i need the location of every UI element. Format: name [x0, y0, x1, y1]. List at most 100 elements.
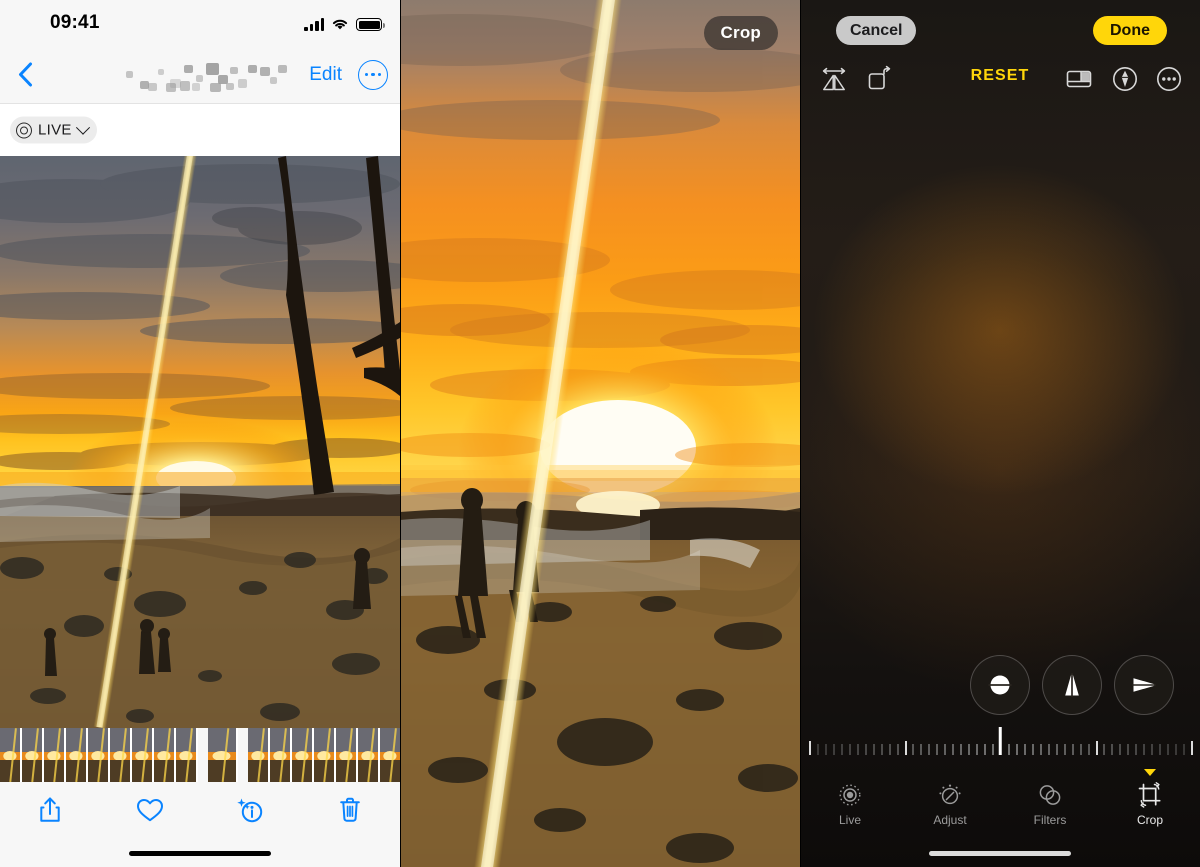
slider-tick: [928, 744, 931, 755]
share-button[interactable]: [28, 788, 72, 832]
flip-button[interactable]: [817, 62, 851, 96]
straighten-slider[interactable]: [800, 727, 1200, 761]
redacted-blob: [226, 82, 234, 90]
slider-tick: [920, 744, 923, 755]
straighten-button[interactable]: [970, 655, 1030, 715]
redacted-blob: [210, 82, 221, 92]
photo-viewer-panel: 09:41 Edit LIVE: [0, 0, 400, 867]
more-button[interactable]: [1152, 62, 1186, 96]
filters-circles-icon: [1039, 785, 1061, 805]
reset-button[interactable]: RESET: [971, 67, 1030, 85]
live-photo-bar: LIVE: [0, 104, 400, 156]
filmstrip-frame[interactable]: [358, 728, 380, 782]
filmstrip-frame[interactable]: [270, 728, 292, 782]
chevron-down-icon: [75, 120, 90, 135]
slider-tick: [1095, 741, 1098, 755]
photo-image-viewer[interactable]: [0, 156, 400, 728]
redacted-blob: [148, 82, 157, 91]
info-button[interactable]: [228, 788, 272, 832]
filmstrip-frame[interactable]: [380, 728, 400, 782]
slider-tick: [960, 744, 963, 755]
live-photo-toggle[interactable]: LIVE: [10, 116, 97, 144]
filmstrip-frame[interactable]: [292, 728, 314, 782]
filmstrip-frame[interactable]: [22, 728, 44, 782]
favorite-button[interactable]: [128, 788, 172, 832]
horizontal-perspective-icon: [1132, 678, 1156, 692]
live-photo-filmstrip[interactable]: [0, 728, 400, 782]
slider-tick: [1143, 744, 1146, 755]
slider-tick: [1087, 744, 1090, 755]
ellipsis-circle-icon[interactable]: [358, 59, 388, 90]
tab-adjust[interactable]: Adjust: [900, 770, 1000, 832]
filmstrip-gap: [238, 728, 248, 782]
navigation-bar: Edit: [0, 46, 400, 104]
aspect-ratio-icon: [1066, 70, 1092, 88]
status-bar-indicators: [304, 13, 385, 31]
filmstrip-frame[interactable]: [154, 728, 176, 782]
tab-filters[interactable]: Filters: [1000, 770, 1100, 832]
slider-tick: [1103, 744, 1106, 755]
slider-tick: [888, 744, 891, 755]
filmstrip-frame[interactable]: [208, 728, 238, 782]
tab-filters-label: Filters: [1033, 813, 1067, 827]
crop-badge[interactable]: Crop: [703, 16, 778, 50]
viewer-toolbar: [0, 782, 400, 838]
back-button[interactable]: [8, 56, 42, 94]
redacted-blob: [196, 74, 203, 82]
slider-tick: [864, 744, 867, 755]
done-button[interactable]: Done: [1093, 16, 1167, 45]
redacted-blob: [126, 70, 133, 78]
vertical-perspective-button[interactable]: [1042, 655, 1102, 715]
filmstrip-frame[interactable]: [0, 728, 22, 782]
live-photo-icon: [839, 784, 861, 806]
filmstrip-frame[interactable]: [248, 728, 270, 782]
delete-button[interactable]: [328, 788, 372, 832]
slider-tick: [1159, 744, 1162, 755]
markup-button[interactable]: [1108, 62, 1142, 96]
edit-button[interactable]: Edit: [309, 64, 342, 86]
tab-live[interactable]: Live: [800, 770, 900, 832]
redacted-blob: [206, 62, 219, 75]
sunset-beach-photo: [0, 156, 400, 728]
aspect-ratio-button[interactable]: [1062, 62, 1096, 96]
panel-divider-1: [400, 0, 401, 867]
crop-preview-panel: Crop: [400, 0, 800, 867]
slider-tick: [1007, 744, 1010, 755]
slider-tick: [904, 741, 907, 755]
slider-tick: [1015, 744, 1018, 755]
editor-tab-bar: Live Adjust Filters Crop: [800, 769, 1200, 832]
filmstrip-frame[interactable]: [66, 728, 88, 782]
sunset-beach-photo-zoomed[interactable]: [400, 0, 800, 867]
rotate-button[interactable]: [862, 62, 896, 96]
cancel-button[interactable]: Cancel: [836, 16, 917, 45]
heart-icon: [137, 799, 163, 822]
slider-tick: [1039, 744, 1042, 755]
tab-crop-label: Crop: [1136, 813, 1163, 827]
filmstrip-frame[interactable]: [88, 728, 110, 782]
filmstrip-frame[interactable]: [314, 728, 336, 782]
markup-pen-icon: [1113, 67, 1137, 91]
ellipsis-circle-icon: [1157, 67, 1181, 91]
editor-top-bar: Cancel Done: [800, 0, 1200, 56]
filmstrip-frame[interactable]: [132, 728, 154, 782]
chevron-left-icon: [18, 62, 32, 87]
slider-tick: [1023, 744, 1026, 755]
status-bar-time: 09:41: [50, 12, 100, 33]
share-icon: [40, 797, 60, 822]
horizontal-perspective-button[interactable]: [1114, 655, 1174, 715]
panel-divider-2: [800, 0, 801, 867]
tab-crop[interactable]: Crop: [1100, 769, 1200, 832]
tab-adjust-label: Adjust: [933, 813, 967, 827]
trash-icon: [340, 797, 360, 822]
active-tab-caret-icon: [1144, 769, 1156, 776]
slider-tick: [1135, 744, 1138, 755]
filmstrip-frame[interactable]: [44, 728, 66, 782]
filmstrip-frame[interactable]: [176, 728, 198, 782]
filmstrip-frame[interactable]: [336, 728, 358, 782]
slider-tick: [936, 744, 939, 755]
slider-cursor: [998, 727, 1002, 755]
slider-tick: [952, 744, 955, 755]
slider-tick: [1175, 744, 1178, 755]
slider-tick: [1055, 744, 1058, 755]
filmstrip-frame[interactable]: [110, 728, 132, 782]
